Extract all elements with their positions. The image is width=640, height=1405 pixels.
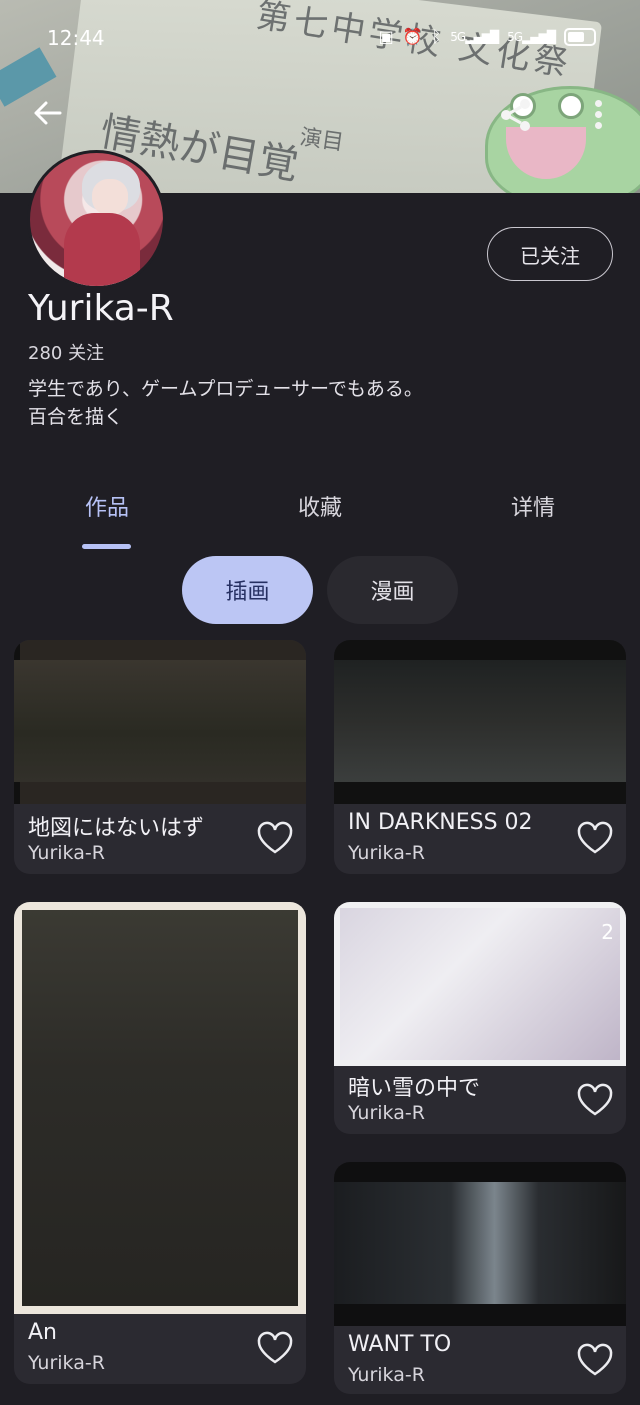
- heart-icon[interactable]: [576, 1083, 614, 1117]
- tab-details[interactable]: 详情: [473, 490, 593, 522]
- follow-button[interactable]: 已关注: [487, 227, 613, 281]
- avatar[interactable]: [27, 150, 166, 289]
- work-author[interactable]: Yurika-R: [348, 842, 425, 864]
- chip-manga[interactable]: 漫画: [327, 556, 458, 624]
- heart-icon[interactable]: [256, 821, 294, 855]
- share-icon[interactable]: [497, 96, 535, 134]
- status-time: 12:44: [47, 26, 105, 50]
- work-thumbnail[interactable]: [334, 1162, 626, 1326]
- work-author[interactable]: Yurika-R: [348, 1364, 425, 1386]
- bio: 学生であり、ゲームプロデューサーでもある。 百合を描く: [28, 375, 588, 431]
- back-arrow-icon[interactable]: [30, 96, 70, 136]
- battery-icon: [564, 27, 596, 46]
- work-thumbnail[interactable]: [334, 902, 626, 1066]
- work-card[interactable]: An Yurika-R: [14, 902, 306, 1384]
- work-author[interactable]: Yurika-R: [348, 1102, 425, 1124]
- status-icons: ▣ ⏰ ᛒ 5G▂▄▆█ 5G▂▄▆█: [379, 27, 596, 46]
- nfc-icon: ▣: [378, 27, 394, 46]
- work-thumbnail[interactable]: [14, 640, 306, 804]
- tab-collection[interactable]: 收藏: [260, 490, 380, 522]
- work-title: WANT TO: [348, 1332, 452, 1357]
- work-title: IN DARKNESS 02: [348, 810, 533, 835]
- heart-icon[interactable]: [256, 1331, 294, 1365]
- heart-icon[interactable]: [576, 821, 614, 855]
- alarm-icon: ⏰: [402, 27, 423, 46]
- work-thumbnail[interactable]: [334, 640, 626, 804]
- bio-line: 百合を描く: [28, 406, 124, 428]
- page-count-badge: 2: [601, 920, 614, 944]
- tab-works[interactable]: 作品: [47, 490, 167, 522]
- work-card[interactable]: 2 暗い雪の中で Yurika-R: [334, 902, 626, 1134]
- work-card[interactable]: IN DARKNESS 02 Yurika-R: [334, 640, 626, 874]
- signal-icon: 5G▂▄▆█: [507, 29, 556, 44]
- bluetooth-icon: ᛒ: [431, 27, 442, 46]
- work-thumbnail[interactable]: [14, 902, 306, 1314]
- work-title: An: [28, 1320, 57, 1345]
- work-card[interactable]: 地図にはないはず Yurika-R: [14, 640, 306, 874]
- profile-tabs: 作品 收藏 详情: [0, 470, 640, 550]
- work-author[interactable]: Yurika-R: [28, 1352, 105, 1374]
- status-bar: 12:44 ▣ ⏰ ᛒ 5G▂▄▆█ 5G▂▄▆█: [0, 0, 640, 76]
- banner-text: 演目: [298, 125, 346, 156]
- chip-illustration[interactable]: 插画: [182, 556, 313, 624]
- username: Yurika-R: [28, 288, 174, 329]
- tab-indicator: [82, 544, 131, 549]
- bio-line: 学生であり、ゲームプロデューサーでもある。: [28, 378, 423, 400]
- work-title: 地図にはないはず: [28, 816, 205, 841]
- work-author[interactable]: Yurika-R: [28, 842, 105, 864]
- signal-icon: 5G▂▄▆█: [450, 29, 499, 44]
- work-card[interactable]: WANT TO Yurika-R: [334, 1162, 626, 1394]
- heart-icon[interactable]: [576, 1343, 614, 1377]
- work-title: 暗い雪の中で: [348, 1076, 481, 1101]
- more-options-icon[interactable]: [586, 96, 612, 134]
- follow-count[interactable]: 280 关注: [28, 339, 104, 365]
